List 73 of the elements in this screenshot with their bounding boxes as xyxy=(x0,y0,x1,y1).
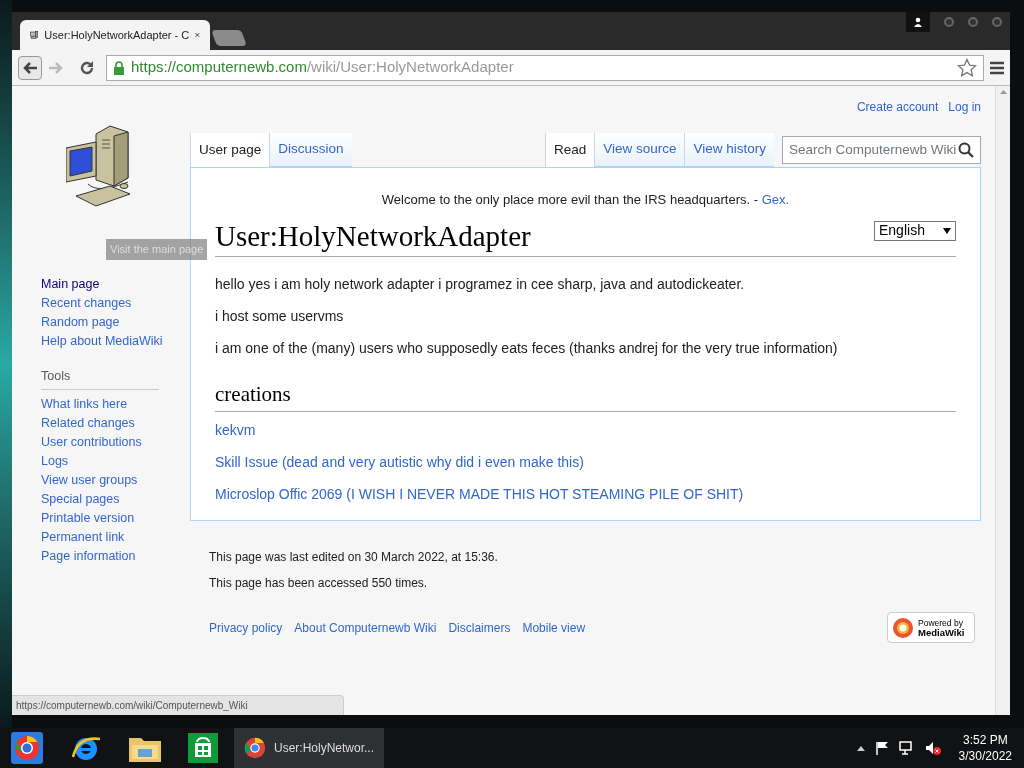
sidebar-link[interactable]: Logs xyxy=(41,452,190,470)
powered-by-mediawiki-badge[interactable]: Powered by MediaWiki xyxy=(887,612,975,643)
sidebar-link[interactable]: Recent changes xyxy=(41,295,190,312)
paragraph: hello yes i am holy network adapter i programez in cee sharp, java and autodickeater. xyxy=(215,274,746,294)
sidebar-link[interactable]: Permanent link xyxy=(41,528,190,546)
search-field[interactable]: Search Computernewb Wiki xyxy=(782,136,981,164)
status-bubble: https://computernewb.com/wiki/Computernewb_Wiki xyxy=(12,695,344,715)
computer-icon xyxy=(30,28,39,42)
sidebar-link[interactable]: Printable version xyxy=(41,509,190,527)
footer-link[interactable]: About Computernewb Wiki xyxy=(294,618,437,637)
new-tab-button[interactable] xyxy=(211,30,247,46)
personal-link[interactable]: Create account xyxy=(856,98,939,116)
browser-tab[interactable]: User:HolyNetworkAdapter - C xyxy=(20,20,210,50)
page-tab[interactable]: Read xyxy=(544,133,595,167)
sidebar-link[interactable]: Page information xyxy=(41,547,190,565)
minimize-button[interactable] xyxy=(944,17,954,27)
store-icon[interactable] xyxy=(188,733,218,763)
footer-link[interactable]: Disclaimers xyxy=(448,618,511,637)
mediawiki-text: MediaWiki xyxy=(918,627,965,638)
sidebar-link[interactable]: What links here xyxy=(41,395,190,413)
clock-time[interactable]: 3:52 PM xyxy=(962,732,1008,748)
sidebar-link[interactable]: User contributions xyxy=(41,433,190,451)
search-icon[interactable] xyxy=(958,142,974,158)
footer-info: This page has been accessed 550 times. xyxy=(209,575,429,592)
star-icon[interactable] xyxy=(957,57,977,78)
user-icon[interactable] xyxy=(906,12,930,32)
dropdown-arrow-icon xyxy=(943,227,951,234)
page-title: User:HolyNetworkAdapter xyxy=(215,218,531,254)
scrollbar[interactable] xyxy=(995,86,1010,715)
notice-link[interactable]: Gex. xyxy=(761,192,790,207)
language-select[interactable]: English xyxy=(874,220,956,241)
taskbar-window-button[interactable]: User:HolyNetwor... xyxy=(234,728,384,768)
menu-icon[interactable] xyxy=(990,60,1004,75)
footer-info: This page was last edited on 30 March 2022, at 15:36. xyxy=(209,549,499,566)
sidebar-link[interactable]: Help about MediaWiki xyxy=(41,333,190,350)
paragraph: i host some uservms xyxy=(215,306,345,326)
clock-date[interactable]: 3/30/2022 xyxy=(958,748,1012,764)
browser-logo-icon[interactable] xyxy=(10,731,44,765)
address-bar[interactable]: https://computernewb.com/wiki/User:HolyNetworkAdapter xyxy=(106,54,984,81)
close-icon[interactable] xyxy=(195,31,200,39)
back-button[interactable] xyxy=(18,55,42,80)
maximize-button[interactable] xyxy=(968,17,978,27)
taskbar-window-title: User:HolyNetwor... xyxy=(273,740,374,757)
muted-speaker-icon[interactable] xyxy=(924,741,941,755)
content-link[interactable]: Microslop Offic 2069 (I WISH I NEVER MADE THIS HOT STEAMING PILE OF SHIT) xyxy=(215,484,956,505)
sidebar-link[interactable]: Main page xyxy=(41,276,190,293)
sidebar-link[interactable]: View user groups xyxy=(41,471,190,489)
section-heading: creations xyxy=(215,378,956,412)
flower-icon xyxy=(892,616,914,639)
sidebar-link[interactable]: Special pages xyxy=(41,490,190,508)
show-hidden-icons-icon[interactable] xyxy=(856,745,865,751)
page-tab[interactable]: View source xyxy=(594,133,685,167)
footer-link[interactable]: Mobile view xyxy=(522,618,586,637)
page-tab[interactable]: User page xyxy=(190,133,270,167)
tools-heading: Tools xyxy=(41,367,159,390)
flag-icon[interactable] xyxy=(874,741,889,755)
powered-by-text: Powered by xyxy=(918,617,963,628)
personal-link[interactable]: Log in xyxy=(948,98,981,116)
footer-link[interactable]: Privacy policy xyxy=(209,618,283,637)
paragraph: i am one of the (many) users who supposedly eats feces (thanks andrej for the very true information) xyxy=(215,338,839,358)
page-tab[interactable]: Discussion xyxy=(269,133,352,167)
tab-title: User:HolyNetworkAdapter - C xyxy=(44,27,190,43)
lock-icon xyxy=(113,60,125,75)
network-icon[interactable] xyxy=(898,741,915,755)
content-link[interactable]: kekvm xyxy=(215,420,956,441)
content-link[interactable]: Skill Issue (dead and very autistic why did i even make this) xyxy=(215,452,956,473)
close-button[interactable] xyxy=(992,17,1002,27)
sidebar-link[interactable]: Related changes xyxy=(41,414,190,432)
sidebar-link[interactable]: Random page xyxy=(41,314,190,331)
site-notice: Welcome to the only place more evil than the IRS headquarters. - Gex. xyxy=(380,191,791,209)
page-tab[interactable]: View history xyxy=(684,133,774,167)
back-arrow-icon xyxy=(22,60,38,75)
url-text: https://computernewb.com/wiki/User:HolyNetworkAdapter xyxy=(131,57,514,78)
